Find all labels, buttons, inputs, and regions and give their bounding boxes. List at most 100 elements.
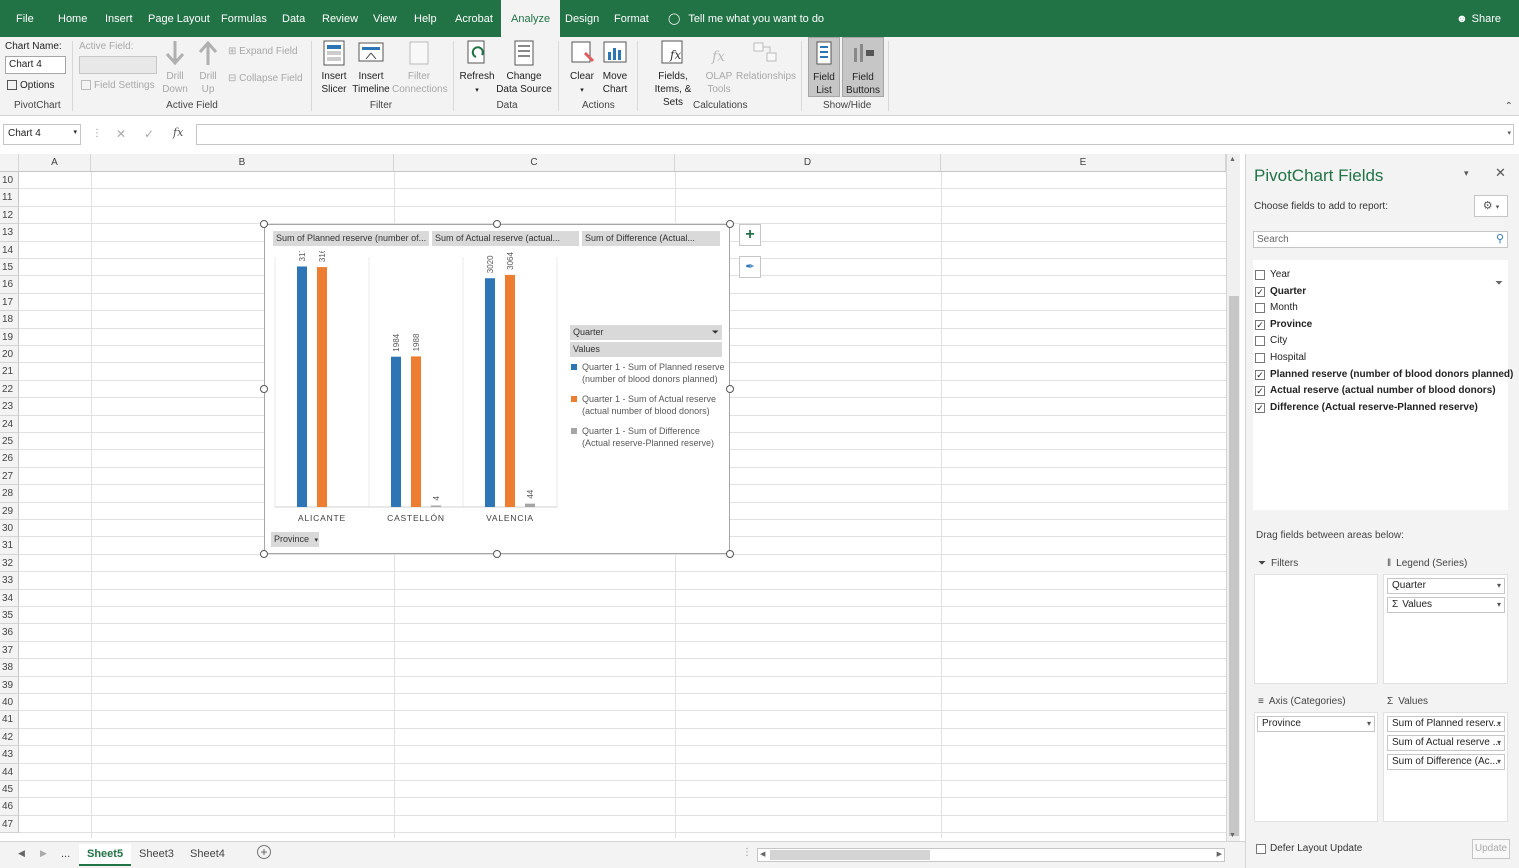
row-header[interactable]: 13 xyxy=(0,224,19,242)
scroll-left-icon[interactable]: ◀ xyxy=(760,850,765,858)
clear-button[interactable]: Clear ▾ xyxy=(568,37,596,97)
field-settings-button[interactable]: Field Settings xyxy=(81,79,155,93)
prev-sheet-icon[interactable]: ◀ xyxy=(18,848,25,859)
field-list-button[interactable]: Field List xyxy=(808,37,840,97)
tab-format[interactable]: Format xyxy=(612,0,651,37)
horizontal-scrollbar[interactable]: ◀ ▶ xyxy=(757,848,1225,862)
share-button[interactable]: ☻ Share xyxy=(1456,0,1501,37)
row-header[interactable]: 26 xyxy=(0,450,19,468)
row-header[interactable]: 44 xyxy=(0,763,19,781)
tab-home[interactable]: Home xyxy=(56,0,89,37)
value-field-button[interactable]: Sum of Difference (Actual... xyxy=(582,231,720,246)
field-checkbox[interactable]: ✓ xyxy=(1255,402,1265,413)
row-header[interactable]: 11 xyxy=(0,189,19,207)
insert-timeline-button[interactable]: Insert Timeline xyxy=(352,37,390,96)
row-header[interactable]: 17 xyxy=(0,293,19,312)
sheet-tab-sheet4[interactable]: Sheet4 xyxy=(190,844,225,864)
tab-design[interactable]: Design xyxy=(563,0,601,37)
values-chip[interactable]: Sum of Difference (Ac... ▾ xyxy=(1387,754,1505,770)
row-header[interactable]: 21 xyxy=(0,363,19,381)
chevron-down-icon[interactable]: ▾ xyxy=(1507,129,1511,137)
row-header[interactable]: 16 xyxy=(0,276,19,294)
row-header[interactable]: 42 xyxy=(0,728,19,747)
legend-chip-values[interactable]: Σ Values ▾ xyxy=(1387,597,1505,613)
row-header[interactable]: 12 xyxy=(0,206,19,225)
row-header[interactable]: 14 xyxy=(0,241,19,259)
field-checkbox[interactable] xyxy=(1255,270,1265,280)
field-checkbox[interactable]: ✓ xyxy=(1255,369,1265,380)
resize-handle[interactable] xyxy=(260,220,268,228)
fields-items-sets-button[interactable]: fx Fields, Items, & Sets xyxy=(644,37,702,109)
row-header[interactable]: 18 xyxy=(0,311,19,329)
sheet-tab-sheet3[interactable]: Sheet3 xyxy=(139,844,174,864)
row-header[interactable]: 28 xyxy=(0,485,19,503)
olap-tools-button[interactable]: fx OLAP Tools xyxy=(704,37,734,96)
collapse-field-button[interactable]: ⊟ Collapse Field xyxy=(228,72,303,86)
tab-review[interactable]: Review xyxy=(320,0,360,37)
column-header[interactable]: A xyxy=(19,154,91,172)
field-search[interactable]: Search ⚲ xyxy=(1253,231,1508,248)
sheet-tab-sheet5[interactable]: Sheet5 xyxy=(79,844,132,866)
resize-handle[interactable] xyxy=(726,385,734,393)
insert-function-icon[interactable]: fx xyxy=(173,126,183,139)
value-field-button[interactable]: Sum of Actual reserve (actual... xyxy=(432,231,579,246)
field-checkbox[interactable]: ✓ xyxy=(1255,286,1265,297)
row-header[interactable]: 15 xyxy=(0,259,19,277)
value-field-button[interactable]: Sum of Planned reserve (number of... xyxy=(273,231,429,246)
active-field-input[interactable] xyxy=(79,56,157,74)
tab-help[interactable]: Help xyxy=(412,0,439,37)
refresh-button[interactable]: Refresh ▾ xyxy=(459,37,495,97)
insert-slicer-button[interactable]: Insert Slicer xyxy=(318,37,350,96)
tab-acrobat[interactable]: Acrobat xyxy=(453,0,495,37)
resize-handle[interactable] xyxy=(726,220,734,228)
row-header[interactable]: 24 xyxy=(0,415,19,433)
legend-chip-quarter[interactable]: Quarter ▾ xyxy=(1387,578,1505,594)
axis-drop-area[interactable]: Province ▾ xyxy=(1254,712,1378,822)
tab-insert[interactable]: Insert xyxy=(103,0,135,37)
tab-analyze[interactable]: Analyze xyxy=(501,0,561,37)
move-chart-button[interactable]: Move Chart xyxy=(601,37,629,96)
resize-handle[interactable] xyxy=(726,550,734,558)
row-header[interactable]: 47 xyxy=(0,815,19,834)
field-checkbox[interactable] xyxy=(1255,353,1265,363)
axis-chip-province[interactable]: Province ▾ xyxy=(1257,716,1375,732)
tab-formulas[interactable]: Formulas xyxy=(219,0,269,37)
drill-up-button[interactable]: Drill Up xyxy=(195,37,221,96)
row-header[interactable]: 23 xyxy=(0,398,19,416)
scroll-down-icon[interactable]: ▼ xyxy=(1229,832,1236,839)
select-all-corner[interactable] xyxy=(0,154,19,172)
row-header[interactable]: 20 xyxy=(0,346,19,364)
row-header[interactable]: 19 xyxy=(0,328,19,346)
row-header[interactable]: 39 xyxy=(0,676,19,694)
filters-drop-area[interactable] xyxy=(1254,574,1378,684)
drill-down-button[interactable]: Drill Down xyxy=(162,37,188,96)
field-checkbox[interactable] xyxy=(1255,336,1265,347)
row-header[interactable]: 46 xyxy=(0,798,19,816)
row-header[interactable]: 31 xyxy=(0,537,19,555)
column-header[interactable]: C xyxy=(394,154,675,172)
row-header[interactable]: 32 xyxy=(0,554,19,573)
more-sheets-button[interactable]: ... xyxy=(61,844,70,864)
field-checkbox[interactable]: ✓ xyxy=(1255,319,1265,330)
chart-styles-button[interactable]: ✒ xyxy=(739,256,761,278)
row-header[interactable]: 27 xyxy=(0,467,19,486)
cancel-icon[interactable]: ✕ xyxy=(116,127,126,141)
axis-field-button[interactable]: Province ▾ xyxy=(271,532,319,547)
column-header[interactable]: D xyxy=(675,154,941,172)
next-sheet-icon[interactable]: ▶ xyxy=(40,848,47,859)
filter-connections-button[interactable]: Filter Connections xyxy=(392,37,448,96)
relationships-button[interactable]: Relationships xyxy=(736,37,796,83)
change-data-source-button[interactable]: Change Data Source xyxy=(496,37,552,96)
row-header[interactable]: 34 xyxy=(0,589,19,607)
update-button[interactable]: Update xyxy=(1472,839,1510,859)
row-header[interactable]: 37 xyxy=(0,641,19,660)
tab-data[interactable]: Data xyxy=(280,0,307,37)
tab-page-layout[interactable]: Page Layout xyxy=(146,0,212,37)
tell-me-box[interactable]: ◯ Tell me what you want to do xyxy=(668,0,824,37)
collapse-ribbon-icon[interactable]: ⌃ xyxy=(1505,101,1513,112)
resize-handle[interactable] xyxy=(493,550,501,558)
row-header[interactable]: 30 xyxy=(0,520,19,538)
row-header[interactable]: 41 xyxy=(0,711,19,729)
values-chip[interactable]: Sum of Planned reserv... ▾ xyxy=(1387,716,1505,732)
row-header[interactable]: 35 xyxy=(0,607,19,625)
